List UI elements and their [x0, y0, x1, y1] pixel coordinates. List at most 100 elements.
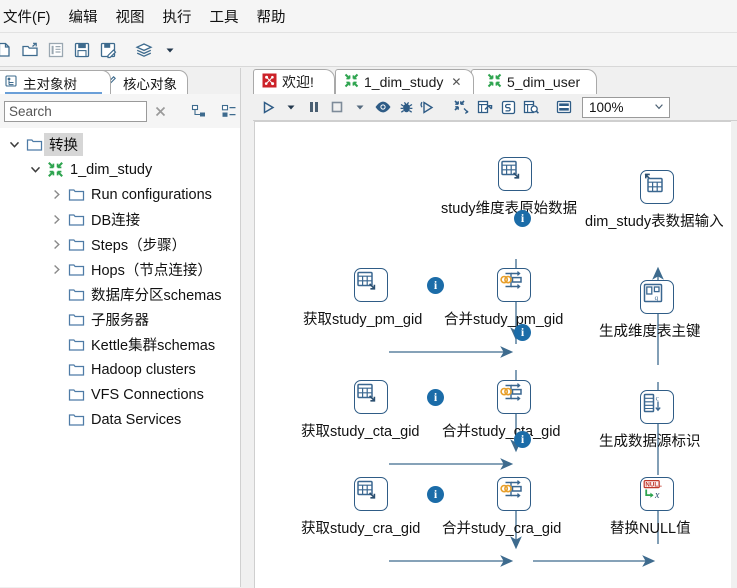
canvas-step-s7[interactable]: [497, 380, 531, 414]
canvas-step-s1[interactable]: [498, 157, 532, 191]
canvas-step-s9[interactable]: [354, 477, 388, 511]
menu-item-help[interactable]: 帮助: [248, 2, 295, 31]
canvas-step-label-s6: 获取study_cta_gid: [301, 424, 420, 440]
canvas-step-s8[interactable]: c: [640, 390, 674, 424]
tree-item-label: 子服务器: [91, 313, 149, 329]
chevron-right-icon[interactable]: [46, 189, 66, 200]
chevron-right-icon[interactable]: [46, 264, 66, 275]
tree-item-3[interactable]: DB连接: [0, 207, 246, 232]
canvas-step-s11[interactable]: NULL x: [640, 477, 674, 511]
chevron-down-icon[interactable]: [349, 96, 371, 118]
tab-main-object-tree[interactable]: 主对象树: [0, 70, 111, 94]
tree-item-label: Run configurations: [91, 186, 212, 203]
collapse-all-icon[interactable]: [186, 98, 212, 124]
menu-item-edit[interactable]: 编辑: [60, 2, 107, 31]
tree-item-4[interactable]: Steps（步骤）: [0, 232, 246, 257]
stop-icon[interactable]: [326, 96, 348, 118]
tab-5-dim-user[interactable]: 5_dim_user: [471, 69, 597, 94]
chevron-down-icon[interactable]: [4, 139, 24, 150]
preview-icon[interactable]: [372, 96, 394, 118]
search-input[interactable]: [4, 100, 147, 122]
hop-info-badge[interactable]: i: [514, 210, 531, 227]
main-toolbar: [0, 33, 737, 67]
layers-icon[interactable]: [132, 38, 156, 62]
replay-icon[interactable]: [418, 96, 440, 118]
tree-item-label: Steps（步骤）: [91, 238, 187, 254]
left-panel-scrollbar[interactable]: [240, 68, 254, 587]
tree-item-9[interactable]: Hadoop clusters: [0, 357, 246, 382]
tree-item-0[interactable]: 转换: [0, 132, 246, 157]
tab-welcome-label: 欢迎!: [282, 74, 314, 90]
tree-item-7[interactable]: 子服务器: [0, 307, 246, 332]
expand-all-icon[interactable]: [216, 98, 242, 124]
tree-item-label: Data Services: [91, 411, 182, 428]
menu-item-tools[interactable]: 工具: [201, 2, 248, 31]
folder-icon: [66, 262, 86, 277]
chevron-down-icon[interactable]: [280, 96, 302, 118]
hop-info-badge[interactable]: i: [514, 431, 531, 448]
grid-icon[interactable]: [553, 96, 575, 118]
run-icon[interactable]: [257, 96, 279, 118]
zoom-level-combo[interactable]: 100%: [582, 96, 670, 118]
left-panel-tabs: 主对象树 核心对象: [0, 68, 250, 95]
tree-item-6[interactable]: 数据库分区schemas: [0, 282, 246, 307]
save-as-icon[interactable]: [96, 38, 120, 62]
chevron-down-icon[interactable]: [158, 38, 182, 62]
tab-1-dim-study[interactable]: 1_dim_study ✕: [335, 69, 474, 94]
zoom-level-value: 100%: [589, 99, 624, 115]
hop-info-badge[interactable]: i: [427, 486, 444, 503]
hop-info-badge[interactable]: i: [427, 389, 444, 406]
tree-item-10[interactable]: VFS Connections: [0, 382, 246, 407]
main-tree-panel: 主对象树 核心对象 Search 转换 1_dim_study Run conf…: [0, 68, 250, 587]
folder-icon: [66, 287, 86, 302]
tree-item-5[interactable]: Hops（节点连接）: [0, 257, 246, 282]
tab-welcome[interactable]: 欢迎!: [253, 69, 335, 94]
transformation-canvas[interactable]: study维度表原始数据 dim_study表数据输入 获取study_pm_gid…: [254, 121, 731, 588]
close-icon[interactable]: ✕: [451, 75, 461, 89]
tree-item-1[interactable]: 1_dim_study: [0, 157, 246, 182]
object-tree[interactable]: 转换 1_dim_study Run configurations DB连接 Steps…: [0, 128, 246, 587]
canvas-step-label-s11: 替换NULL值: [610, 521, 691, 537]
tree-item-11[interactable]: Data Services: [0, 407, 246, 432]
sql-icon[interactable]: [497, 96, 519, 118]
kettle-spoon-window: 文件(F) 编辑 视图 执行 工具 帮助 主对象树 核心对象 Search 转换…: [0, 0, 737, 588]
tab-1-dim-study-label: 1_dim_study: [364, 74, 444, 90]
tree-item-2[interactable]: Run configurations: [0, 182, 246, 207]
tree-item-8[interactable]: Kettle集群schemas: [0, 332, 246, 357]
transformation-toolbar: 100%: [253, 94, 737, 121]
canvas-step-s4[interactable]: [497, 268, 531, 302]
editor-area: 欢迎! 1_dim_study ✕ 5_dim_user 100% study维…: [253, 68, 737, 588]
canvas-step-s2[interactable]: [640, 170, 674, 204]
editor-tabs: 欢迎! 1_dim_study ✕ 5_dim_user: [253, 68, 737, 95]
new-file-icon[interactable]: [0, 38, 16, 62]
menu-bar: 文件(F) 编辑 视图 执行 工具 帮助: [0, 0, 737, 33]
pause-icon[interactable]: [303, 96, 325, 118]
transformation-settings-icon[interactable]: [451, 96, 473, 118]
hop-info-badge[interactable]: i: [427, 277, 444, 294]
save-icon[interactable]: [70, 38, 94, 62]
canvas-step-s3[interactable]: [354, 268, 388, 302]
chevron-right-icon[interactable]: [46, 239, 66, 250]
menu-item-view[interactable]: 视图: [107, 2, 154, 31]
show-impact-icon[interactable]: [474, 96, 496, 118]
canvas-step-s5[interactable]: q: [640, 280, 674, 314]
chevron-right-icon[interactable]: [46, 214, 66, 225]
menu-item-file[interactable]: 文件(F): [0, 2, 60, 31]
canvas-step-label-s1: study维度表原始数据: [441, 201, 578, 217]
hop-info-badge[interactable]: i: [514, 324, 531, 341]
chevron-down-icon[interactable]: [653, 100, 665, 115]
tree-item-label: 1_dim_study: [70, 161, 153, 178]
tree-item-label: DB连接: [91, 213, 141, 229]
canvas-step-s10[interactable]: [497, 477, 531, 511]
folder-icon: [66, 412, 86, 427]
menu-item-run[interactable]: 执行: [154, 2, 201, 31]
inspect-icon[interactable]: [520, 96, 542, 118]
debug-icon[interactable]: [395, 96, 417, 118]
transformation-icon: [487, 73, 502, 91]
chevron-down-icon[interactable]: [25, 164, 45, 175]
canvas-step-s6[interactable]: [354, 380, 388, 414]
tab-5-dim-user-label: 5_dim_user: [507, 74, 581, 90]
explorer-icon[interactable]: [44, 38, 68, 62]
close-icon[interactable]: [147, 98, 173, 124]
open-folder-icon[interactable]: [18, 38, 42, 62]
